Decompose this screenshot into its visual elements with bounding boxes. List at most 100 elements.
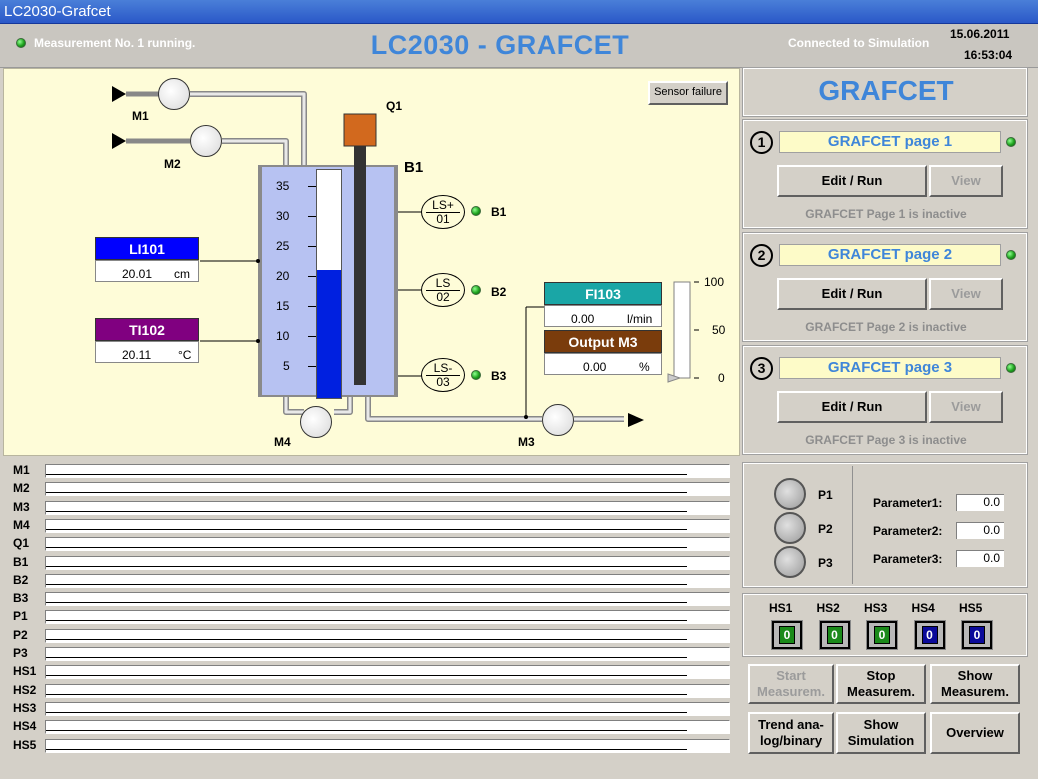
- output-m3-display: Output M3 0.00 %: [544, 330, 662, 375]
- hs-switch-button[interactable]: 0: [866, 620, 898, 650]
- output-scale-50: 50: [712, 323, 726, 337]
- pump-m4[interactable]: [300, 406, 332, 438]
- stop-measurement-line1: Stop: [866, 668, 896, 683]
- pump-m3[interactable]: [542, 404, 574, 436]
- fi103-unit: l/min: [627, 312, 653, 326]
- signal-trace: [45, 482, 730, 497]
- parameter3-input[interactable]: 0.0: [956, 550, 1004, 567]
- signal-row: P3: [3, 644, 740, 662]
- page-2-view-button[interactable]: View: [929, 278, 1003, 310]
- sensor-ls01-tag: LS+: [432, 198, 454, 212]
- hs-label: HS5: [959, 601, 983, 615]
- connection-status: Connected to Simulation: [788, 36, 930, 50]
- tank-scale-label: 15: [276, 299, 290, 313]
- sensor-ls03: LS- 03: [421, 358, 465, 392]
- parameter1-input[interactable]: 0.0: [956, 494, 1004, 511]
- hs-switch-button[interactable]: 0: [818, 620, 851, 650]
- page-3-view-button[interactable]: View: [929, 391, 1003, 423]
- signal-label: B2: [13, 572, 29, 587]
- ti102-display: TI102 20.11 °C: [95, 318, 199, 363]
- signal-trace: [45, 665, 730, 680]
- signal-row: M3: [3, 498, 740, 516]
- signal-label: M4: [13, 517, 30, 532]
- li101-display: LI101 20.01 cm: [95, 237, 199, 282]
- output-m3-value-box: 0.00 %: [544, 353, 662, 375]
- page-3-led: [1006, 363, 1016, 373]
- signal-trace: [45, 628, 730, 643]
- fi103-value-box: 0.00 l/min: [544, 305, 662, 327]
- page-3-name: GRAFCET page 3: [779, 357, 1001, 379]
- page-2-status: GRAFCET Page 2 is inactive: [805, 320, 967, 334]
- page-1-edit-run-button[interactable]: Edit / Run: [777, 165, 927, 197]
- page-3-edit-run-button[interactable]: Edit / Run: [777, 391, 927, 423]
- parameter2-input[interactable]: 0.0: [956, 522, 1004, 539]
- hs-switch-button[interactable]: 0: [913, 620, 946, 650]
- tank-scale-label: 10: [276, 329, 290, 343]
- p3-label: P3: [818, 556, 833, 570]
- li101-unit: cm: [174, 267, 190, 281]
- show-measurement-button[interactable]: Show Measurem.: [930, 664, 1020, 704]
- trend-analog-binary-button[interactable]: Trend ana- log/binary: [748, 712, 834, 754]
- signal-row: Q1: [3, 534, 740, 552]
- hs-group: HS1 0 HS2 0 HS3 0 HS4 0 HS5 0: [742, 593, 1028, 657]
- signal-label: M2: [13, 481, 30, 496]
- p3-button[interactable]: [774, 546, 806, 578]
- fi103-name: FI103: [544, 282, 662, 305]
- hs-switch-button[interactable]: 0: [961, 620, 993, 650]
- signal-label: M1: [13, 463, 30, 477]
- label-m3: M3: [518, 435, 535, 449]
- ti102-name: TI102: [95, 318, 199, 341]
- ti102-value: 20.11: [122, 348, 152, 362]
- signal-trace: [45, 610, 730, 625]
- page-1-view-button[interactable]: View: [929, 165, 1003, 197]
- signal-label: B1: [13, 554, 29, 569]
- stop-measurement-button[interactable]: Stop Measurem.: [836, 664, 926, 704]
- signal-trace: [45, 701, 730, 716]
- sensor-ls03-num: 03: [436, 375, 450, 389]
- li101-value: 20.01: [122, 267, 153, 281]
- sensor-ls02-num: 02: [436, 290, 450, 304]
- level-fill: [317, 270, 341, 398]
- sensor-ls02: LS 02: [421, 273, 465, 307]
- tank-scale-label: 5: [283, 359, 290, 373]
- grafcet-page-3-group: 3 GRAFCET page 3 Edit / Run View GRAFCET…: [742, 345, 1028, 455]
- page-1-name: GRAFCET page 1: [779, 131, 1001, 153]
- pump-m1[interactable]: [158, 78, 190, 110]
- tank-scale-label: 20: [276, 269, 290, 283]
- page-2-edit-run-button[interactable]: Edit / Run: [777, 278, 927, 310]
- window-titlebar: LC2030-Grafcet: [0, 0, 1038, 24]
- p2-button[interactable]: [774, 512, 806, 544]
- trend-line1: Trend ana-: [758, 717, 824, 732]
- signal-trace: [45, 500, 730, 515]
- label-b3: B3: [491, 369, 507, 383]
- grafcet-panel: GRAFCET 1 GRAFCET page 1 Edit / Run View…: [742, 67, 1028, 762]
- show-simulation-line2: Simulation: [847, 733, 915, 748]
- signal-trace: [45, 738, 730, 753]
- pump-m2[interactable]: [190, 125, 222, 157]
- grafcet-title: GRAFCET: [818, 75, 954, 106]
- start-measurement-button[interactable]: Start Measurem.: [748, 664, 834, 704]
- p1-button[interactable]: [774, 478, 806, 510]
- hs-switch-button[interactable]: 0: [771, 620, 803, 650]
- overview-button[interactable]: Overview: [930, 712, 1020, 754]
- ti102-unit: °C: [178, 348, 192, 362]
- led-b2: [471, 285, 481, 295]
- app-title: LC2030 - GRAFCET: [370, 30, 630, 60]
- p1-label: P1: [818, 488, 833, 502]
- signal-trace: [45, 720, 730, 735]
- hs-value: 0: [874, 626, 890, 644]
- fi103-value: 0.00: [571, 312, 595, 326]
- signal-row: HS4: [3, 717, 740, 735]
- status-led: [16, 38, 26, 48]
- led-b3: [471, 370, 481, 380]
- sensor-ls01: LS+ 01: [421, 195, 465, 229]
- page-1-status: GRAFCET Page 1 is inactive: [805, 207, 967, 221]
- page-3-number: 3: [750, 357, 773, 380]
- show-simulation-line1: Show: [863, 717, 899, 732]
- sensor-failure-button[interactable]: Sensor failure: [648, 81, 728, 105]
- output-m3-unit: %: [639, 360, 650, 374]
- trend-line2: log/binary: [759, 733, 823, 748]
- tank-scale-tick: [308, 306, 316, 307]
- show-simulation-button[interactable]: Show Simulation: [836, 712, 926, 754]
- signal-label: M3: [13, 499, 30, 514]
